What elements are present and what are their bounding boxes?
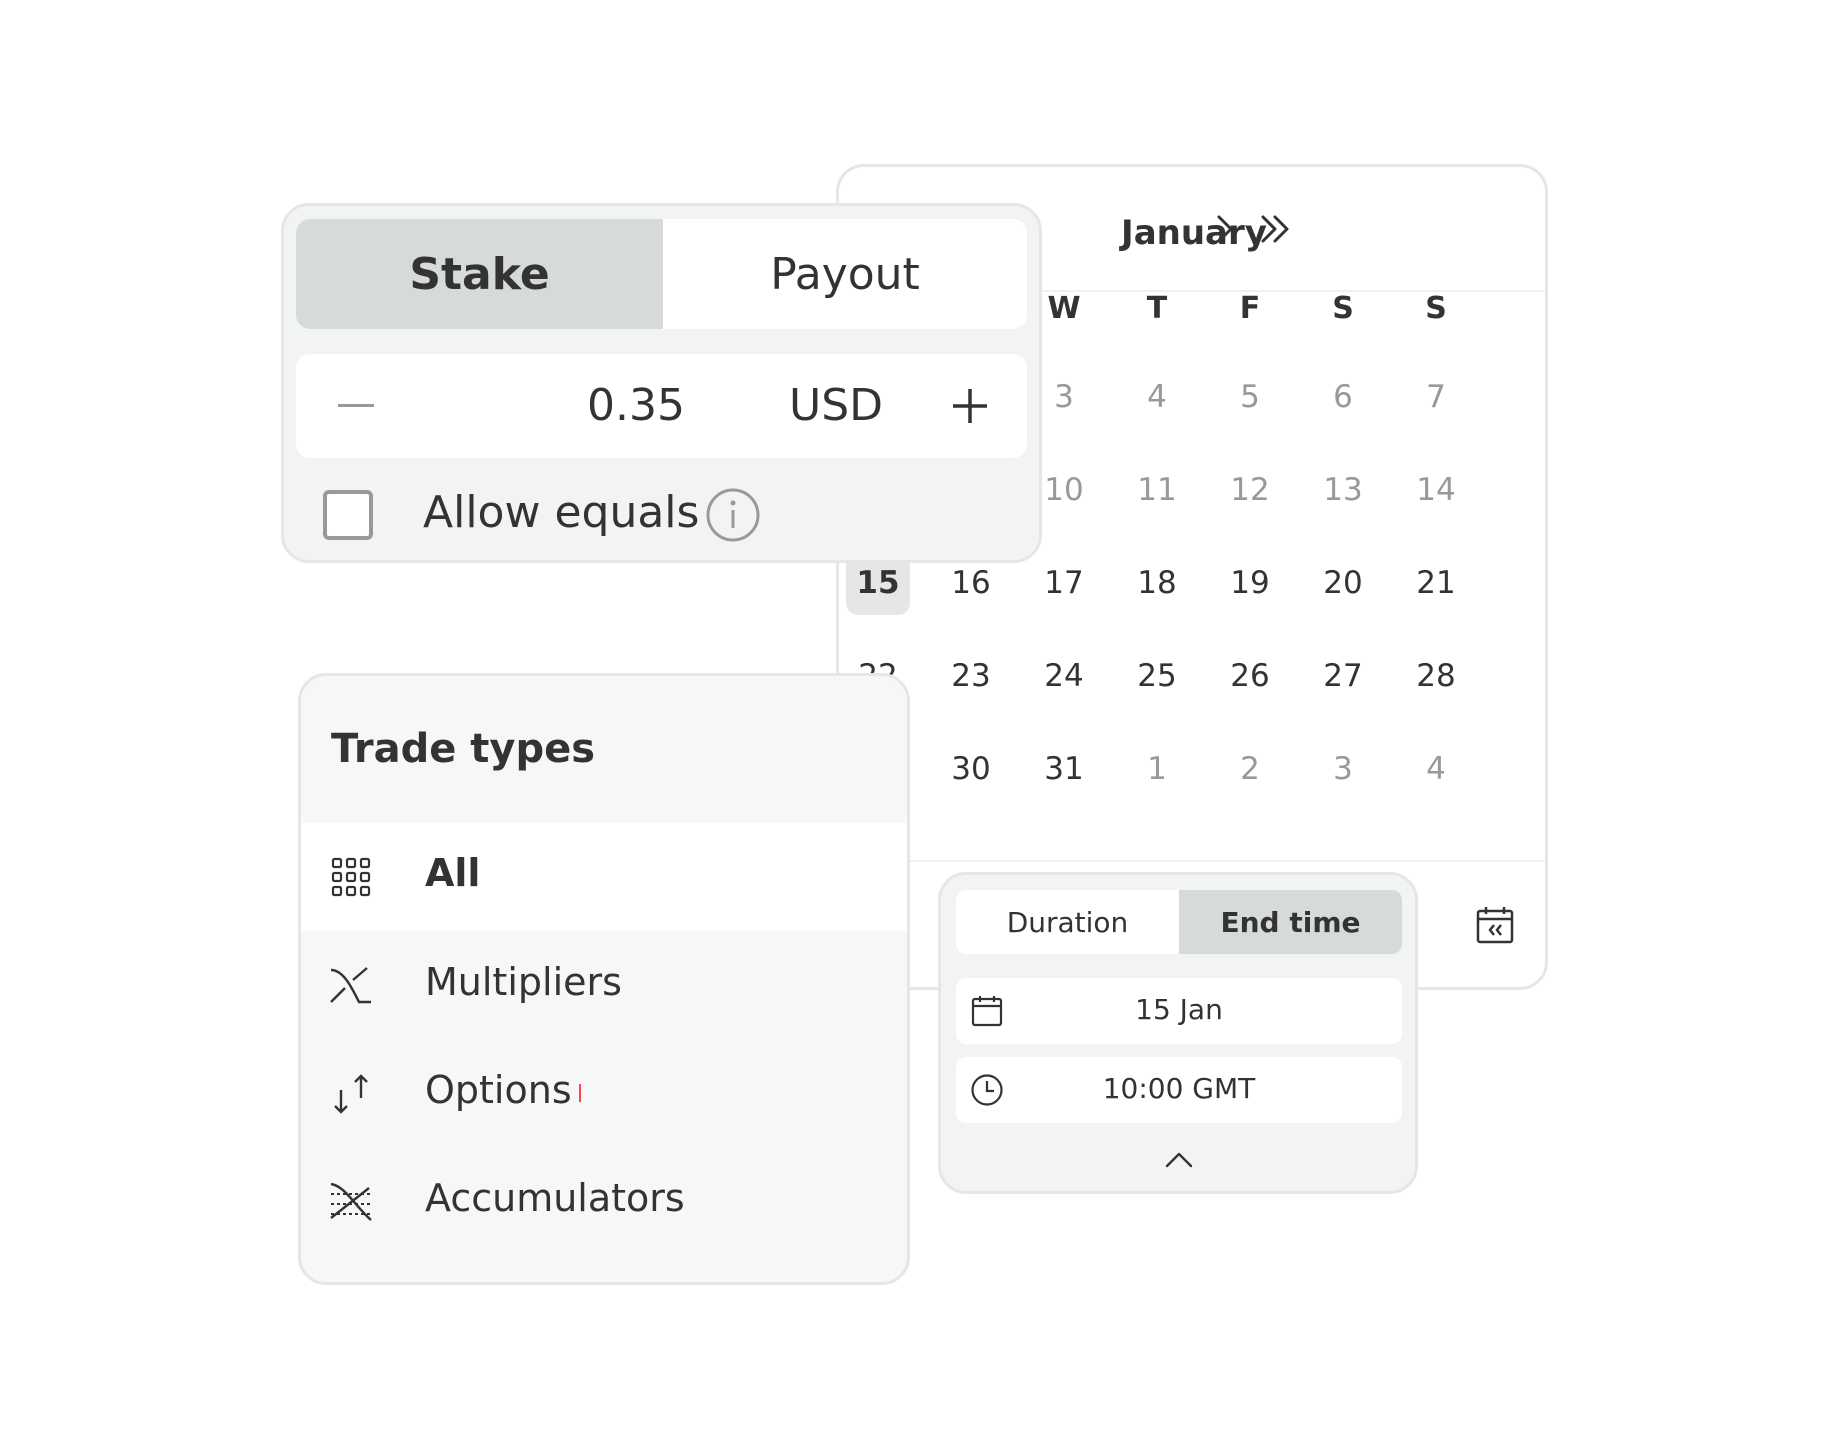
stake-currency: USD [788,380,883,431]
end-date-field[interactable]: 15 Jan [956,978,1402,1044]
trade-type-label: Options [425,1068,572,1112]
trade-type-multipliers[interactable]: Multipliers [301,932,907,1040]
calendar-month: January [1121,213,1267,253]
trade-types-panel: Trade types All Multipliers Options Accu… [298,673,910,1285]
stake-payout-tabs: Stake Payout [296,219,1027,329]
end-date-value: 15 Jan [1135,993,1223,1026]
calendar-day[interactable]: 20 [1311,551,1375,615]
calendar-day[interactable]: 27 [1311,644,1375,708]
duration-endtime-tabs: Duration End time [956,890,1402,954]
calendar-day[interactable]: 28 [1404,644,1468,708]
stake-stepper: 0.35 USD [296,354,1027,458]
chevron-up-icon[interactable] [1163,1149,1195,1171]
calendar-day[interactable]: 30 [939,737,1003,801]
end-time-panel: Duration End time 15 Jan 10:00 GMT [938,872,1418,1194]
weekday-header: F [1239,291,1261,326]
accumulators-icon [330,1182,372,1221]
tab-payout[interactable]: Payout [663,219,1027,329]
calendar-day[interactable]: 2 [1218,737,1282,801]
stake-amount-input[interactable]: 0.35 [556,380,716,431]
weekday-header: T [1146,291,1168,326]
calendar-day[interactable]: 11 [1125,458,1189,522]
calendar-footer-divider [839,860,1545,862]
calendar-day[interactable]: 3 [1311,737,1375,801]
tab-duration[interactable]: Duration [956,890,1179,954]
weekday-header: S [1425,291,1447,326]
chevron-right-icon[interactable] [1205,209,1245,249]
trade-types-title: Trade types [331,726,596,772]
trade-type-label: All [425,851,481,895]
end-time-value: 10:00 GMT [1102,1072,1256,1105]
calendar-day[interactable]: 1 [1125,737,1189,801]
end-time-field[interactable]: 10:00 GMT [956,1057,1402,1123]
calendar-day[interactable]: 19 [1218,551,1282,615]
calendar-today-icon[interactable] [1475,905,1515,945]
calendar-day[interactable]: 26 [1218,644,1282,708]
calendar-day[interactable]: 17 [1032,551,1096,615]
trade-type-all[interactable]: All [301,823,907,931]
plus-icon[interactable] [950,386,990,426]
calendar-day[interactable]: 5 [1218,365,1282,429]
multipliers-icon [330,967,371,1004]
tab-end-time[interactable]: End time [1179,890,1402,954]
calendar-day[interactable]: 18 [1125,551,1189,615]
trade-type-label: Accumulators [425,1176,685,1220]
grid-icon [331,857,371,897]
calendar-day[interactable]: 7 [1404,365,1468,429]
trade-type-label: Multipliers [425,960,622,1004]
calendar-day[interactable]: 6 [1311,365,1375,429]
calendar-day[interactable]: 21 [1404,551,1468,615]
options-arrows-icon [334,1074,368,1114]
trade-type-accumulators[interactable]: Accumulators [301,1148,907,1256]
new-indicator [579,1084,581,1102]
allow-equals-checkbox[interactable] [323,490,373,540]
calendar-day[interactable]: 31 [1032,737,1096,801]
stake-panel: Stake Payout 0.35 USD Allow equals [281,203,1042,563]
info-icon[interactable] [705,487,761,543]
calendar-day[interactable]: 4 [1404,737,1468,801]
minus-icon[interactable] [338,404,374,407]
calendar-day[interactable]: 12 [1218,458,1282,522]
double-chevron-right-icon[interactable] [1255,209,1295,249]
calendar-day[interactable]: 24 [1032,644,1096,708]
trade-type-options[interactable]: Options [301,1040,907,1148]
calendar-day[interactable]: 25 [1125,644,1189,708]
calendar-day[interactable]: 4 [1125,365,1189,429]
calendar-day[interactable]: 23 [939,644,1003,708]
calendar-day[interactable]: 14 [1404,458,1468,522]
calendar-day[interactable]: 13 [1311,458,1375,522]
tab-stake[interactable]: Stake [296,219,663,329]
allow-equals-label: Allow equals [423,487,700,538]
weekday-header: S [1332,291,1354,326]
